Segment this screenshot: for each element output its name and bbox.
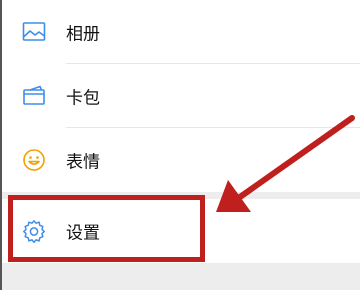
card-wallet-icon <box>22 84 46 108</box>
bottom-background <box>0 263 360 290</box>
section-gap <box>0 192 360 199</box>
menu-item-settings[interactable]: 设置 <box>0 199 360 263</box>
menu-item-album-label: 相册 <box>66 24 100 45</box>
smiley-face-icon <box>22 148 46 172</box>
me-menu-group: 相册 卡包 表情 <box>0 0 360 192</box>
menu-item-card-wallet-label: 卡包 <box>66 88 100 109</box>
photo-album-icon <box>22 20 46 44</box>
menu-item-stickers-label: 表情 <box>66 152 100 173</box>
settings-group: 设置 <box>0 199 360 263</box>
menu-item-settings-label: 设置 <box>66 223 100 244</box>
menu-item-stickers[interactable]: 表情 <box>0 128 360 192</box>
menu-item-card-wallet[interactable]: 卡包 <box>0 64 360 128</box>
window-left-edge <box>0 0 2 290</box>
menu-item-album[interactable]: 相册 <box>0 0 360 64</box>
gear-icon <box>22 219 46 243</box>
